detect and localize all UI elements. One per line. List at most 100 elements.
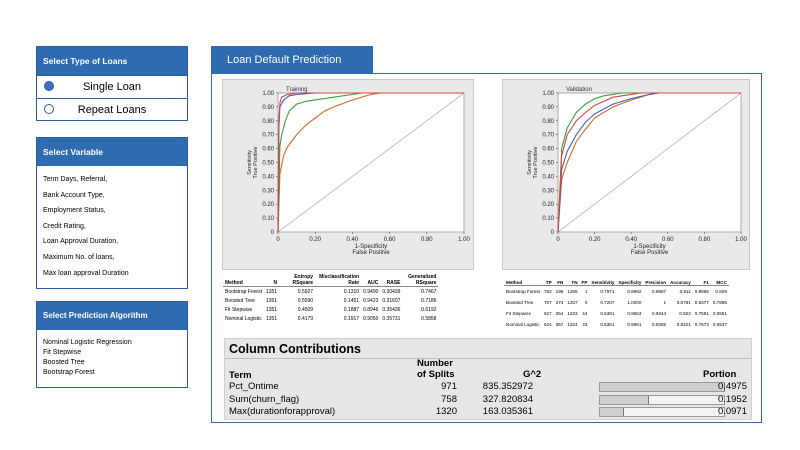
table-cell: 1223 bbox=[567, 311, 578, 316]
table-cell: 354 bbox=[555, 311, 564, 316]
table-cell: 0.6551 bbox=[712, 311, 727, 316]
table-cell: Fit Stepwise bbox=[506, 311, 532, 316]
table-cell: 0.35731 bbox=[382, 315, 401, 322]
table-cell: 0.8866 bbox=[694, 289, 709, 294]
algorithm-item[interactable]: Fit Stepwise bbox=[43, 348, 181, 358]
table-cell: Nominal Logistic bbox=[225, 315, 262, 322]
y-tick-label: 0.40 bbox=[542, 174, 554, 180]
training-roc-plot: Training 0 0.10 0.20 0.30 0.40 0.50 0.60 0.70 0.8… bbox=[247, 87, 470, 256]
table-header-cell: Sensitivity bbox=[589, 276, 617, 286]
option-single-loan[interactable]: Single Loan bbox=[37, 75, 187, 98]
variable-item[interactable]: Maximum No. of loans, bbox=[43, 250, 181, 266]
algorithm-title: Select Prediction Algorithm bbox=[37, 302, 187, 330]
contribution-splits: 1320 bbox=[435, 406, 457, 417]
table-cell: 0.9423 bbox=[363, 297, 379, 304]
g2-header: G^2 bbox=[523, 369, 542, 380]
table-cell: Fit Stepwise bbox=[225, 306, 253, 313]
variable-item[interactable]: Loan Approval Duration, bbox=[43, 234, 181, 250]
table-row: Nominal Logistic 624 357 1224 43 0.6361 0.9661… bbox=[504, 319, 729, 330]
table-cell: 0.9987 bbox=[652, 289, 667, 294]
table-cell: 0.8377 bbox=[694, 300, 709, 305]
table-cell: 0.9355 bbox=[652, 322, 667, 327]
validation-roc-plot: Validation 0 0.10 0.20 0.30 0.40 0.50 0.60 0.70 0… bbox=[527, 87, 747, 256]
variable-item[interactable]: Term Days, Referral, bbox=[43, 172, 181, 188]
y-tick-label: 0.40 bbox=[262, 174, 274, 180]
table-header-cell: Specificity bbox=[616, 276, 644, 286]
table-cell: 1267 bbox=[567, 300, 578, 305]
table-header-cell: Accuracy bbox=[668, 276, 693, 286]
x-tick-label: 0 bbox=[276, 237, 280, 243]
table-cell: 624 bbox=[543, 322, 552, 327]
table-cell: 0.4179 bbox=[297, 315, 314, 322]
y-tick-label: 0.70 bbox=[542, 133, 554, 139]
variable-item[interactable]: Employment Status, bbox=[43, 203, 181, 219]
y-axis-label: True Positive bbox=[533, 147, 539, 179]
loan-type-title: Select Type of Loans bbox=[37, 47, 187, 75]
table-cell: 0.7971 bbox=[600, 289, 615, 294]
x-tick-label: 0.60 bbox=[384, 237, 396, 243]
splits-header-line1: Number bbox=[417, 358, 453, 369]
table-cell: 782 bbox=[543, 289, 552, 294]
validation-chart: Validation 0 0.10 0.20 0.30 0.40 0.50 0.60 0.70 0… bbox=[502, 79, 750, 270]
y-tick-label: 0.80 bbox=[262, 119, 274, 125]
table-cell: 43 bbox=[582, 322, 588, 327]
table-row: Boosted Tree 1351 0.5590 0.1451 0.9423 0.3160… bbox=[223, 296, 438, 305]
table-cell: 0.7573 bbox=[694, 322, 709, 327]
x-tick-label: 0.60 bbox=[662, 237, 674, 243]
table-header-cell: Method bbox=[504, 276, 542, 286]
y-tick-label: 0.30 bbox=[262, 188, 274, 194]
algorithm-item[interactable]: Nominal Logistic Regression bbox=[43, 338, 181, 348]
table-header-row: Method TP FN TN FP Sensitivity Specificity Prec… bbox=[504, 276, 729, 286]
contribution-splits: 758 bbox=[441, 393, 457, 405]
table-header-cell: Entropy RSquare bbox=[292, 274, 314, 286]
table-row: Fit Stepwise 1351 0.4509 0.1887 0.8946 0.3543… bbox=[223, 305, 438, 314]
repeat-loans-label: Repeat Loans bbox=[77, 104, 147, 116]
contribution-g2: 327.820834 bbox=[482, 393, 533, 405]
table-cell: 0.8946 bbox=[363, 306, 379, 313]
y-tick-label: 0.60 bbox=[542, 147, 554, 153]
table-cell: 0.9653 bbox=[627, 311, 642, 316]
table-cell: 1.0000 bbox=[627, 300, 642, 305]
splits-header-line2: of Splits bbox=[417, 369, 455, 380]
variable-panel: Select Variable Term Days, Referral, Bank… bbox=[36, 137, 188, 289]
table-cell: Boosted Tree bbox=[225, 297, 255, 304]
table-cell: 0.6192 bbox=[421, 306, 437, 313]
variable-list: Term Days, Referral, Bank Account Type, Em… bbox=[37, 166, 187, 281]
validation-metrics-table: Method TP FN TN FP Sensitivity Specificity Prec… bbox=[504, 276, 754, 330]
x-tick-label: 0.80 bbox=[699, 237, 711, 243]
contribution-splits: 971 bbox=[441, 381, 457, 392]
table-cell: 0.5858 bbox=[421, 315, 437, 322]
table-cell: 44 bbox=[582, 311, 588, 316]
x-tick-label: 0 bbox=[556, 237, 560, 243]
table-header-cell: FP bbox=[579, 276, 590, 286]
variable-item[interactable]: Bank Account Type, bbox=[43, 188, 181, 204]
x-tick-label: 0.40 bbox=[347, 237, 359, 243]
table-cell: 1266 bbox=[567, 289, 578, 294]
term-header: Term bbox=[229, 370, 252, 381]
table-cell: 0.5927 bbox=[297, 288, 314, 295]
table-cell: 0.9050 bbox=[363, 315, 379, 322]
table-cell: 0.1310 bbox=[343, 288, 360, 295]
algorithm-panel: Select Prediction Algorithm Nominal Logi… bbox=[36, 301, 188, 388]
table-cell: 0 bbox=[584, 300, 588, 305]
x-tick-label: 0.20 bbox=[589, 237, 601, 243]
table-cell: 0.9344 bbox=[652, 311, 667, 316]
algorithm-item[interactable]: Boosted Tree bbox=[43, 358, 181, 368]
option-repeat-loans[interactable]: Repeat Loans bbox=[37, 98, 187, 121]
table-cell: 1351 bbox=[265, 297, 278, 304]
y-tick-label: 0 bbox=[271, 230, 275, 236]
variable-title: Select Variable bbox=[37, 138, 187, 166]
chart-title: Validation bbox=[566, 87, 592, 93]
variable-item[interactable]: Credit Rating, bbox=[43, 219, 181, 235]
table-cell: 274 bbox=[555, 300, 564, 305]
variable-item[interactable]: Max loan approval Duration bbox=[43, 266, 181, 282]
table-cell: 0.6361 bbox=[600, 322, 615, 327]
algorithm-item[interactable]: Bootstrap Forest bbox=[43, 368, 181, 378]
loan-type-panel: Select Type of Loans Single Loan Repeat … bbox=[36, 46, 188, 121]
table-cell: 1351 bbox=[265, 306, 278, 313]
y-tick-label: 0.50 bbox=[262, 161, 274, 167]
table-header-cell: TP bbox=[541, 276, 554, 286]
table-cell: 0.911 bbox=[679, 289, 691, 294]
y-tick-label: 0 bbox=[551, 230, 555, 236]
x-axis-label: False Positive bbox=[631, 250, 669, 256]
